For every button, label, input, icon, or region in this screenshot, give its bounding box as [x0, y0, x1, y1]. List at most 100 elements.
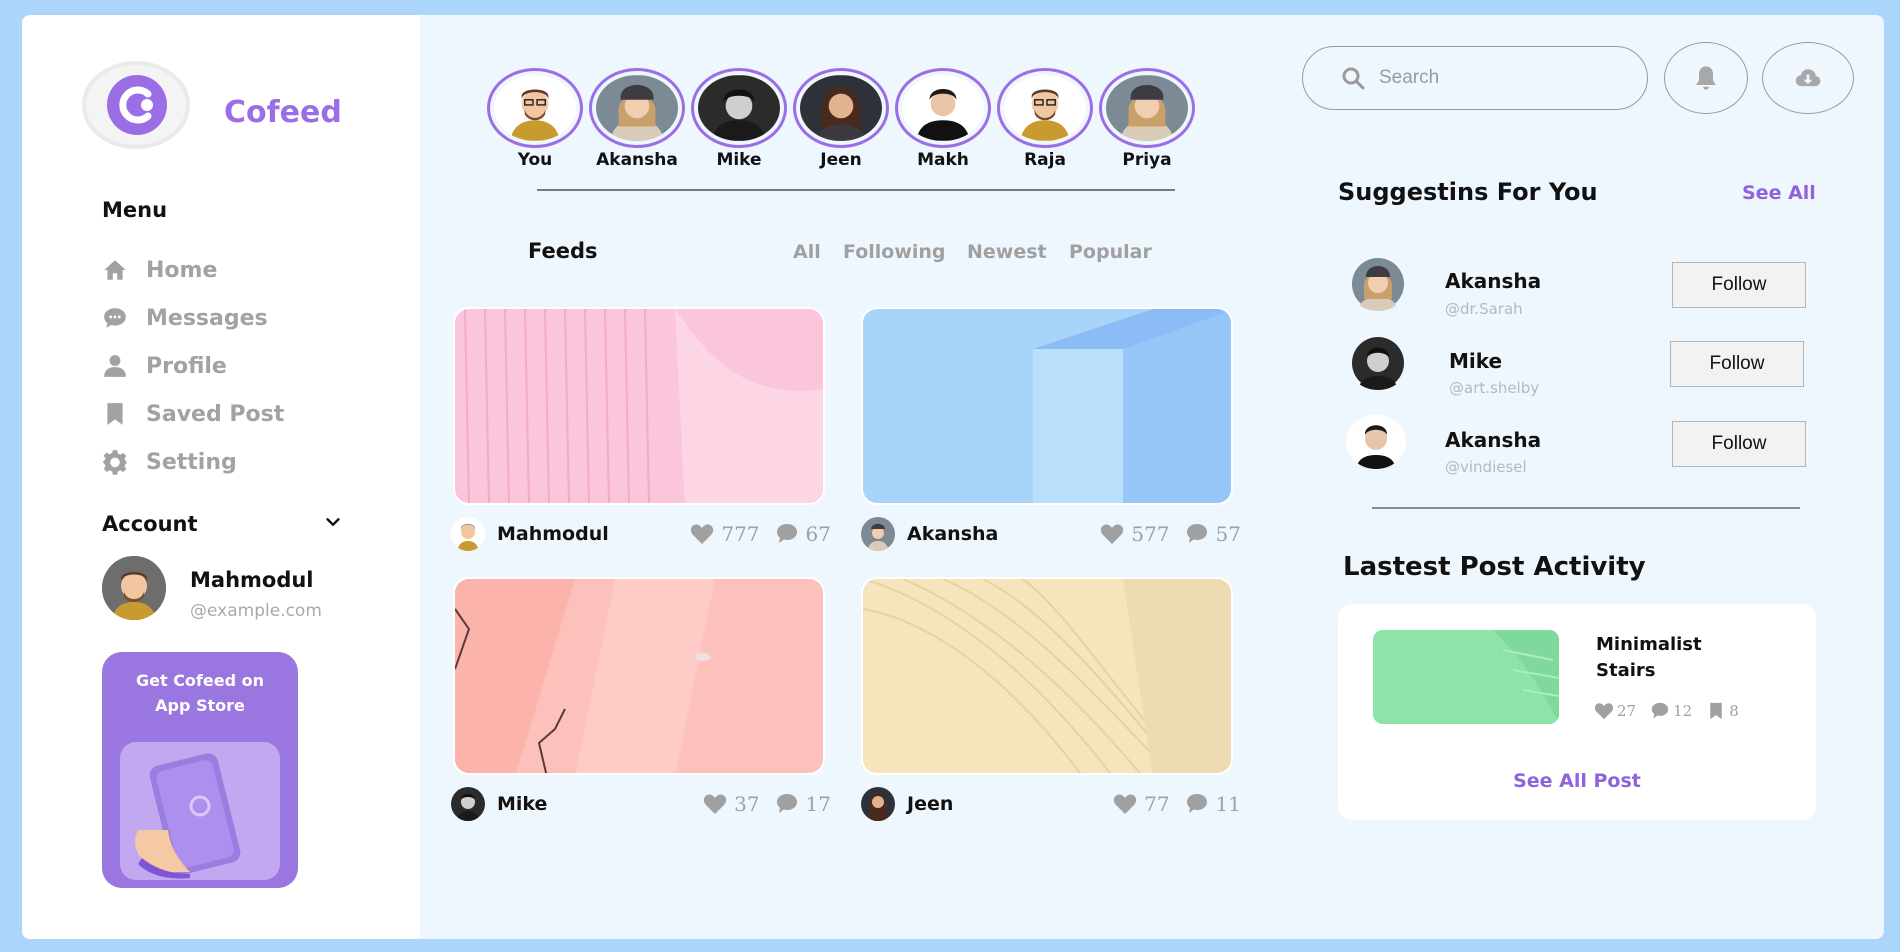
story-ring	[1099, 68, 1195, 148]
filter-all[interactable]: All	[793, 241, 821, 263]
suggestion-name[interactable]: Mike	[1449, 349, 1502, 373]
sidebar-item-setting[interactable]: Setting	[102, 449, 237, 475]
story-ring	[487, 68, 583, 148]
comment-count: 67	[805, 522, 831, 546]
story-ring	[895, 68, 991, 148]
story-mike[interactable]: Mike	[691, 68, 787, 170]
follow-button[interactable]: Follow	[1672, 421, 1806, 467]
sidebar: Cofeed Menu Home Messages Profile Saved …	[22, 15, 420, 939]
story-ring	[691, 68, 787, 148]
like-count: 27	[1617, 702, 1637, 720]
follow-button[interactable]: Follow	[1672, 262, 1806, 308]
avatar[interactable]	[1348, 257, 1408, 311]
app-window: Cofeed Menu Home Messages Profile Saved …	[22, 15, 1884, 939]
sidebar-item-messages[interactable]: Messages	[102, 305, 268, 331]
follow-button[interactable]: Follow	[1670, 341, 1804, 387]
post-author[interactable]: Jeen	[907, 793, 1098, 815]
suggestion-name[interactable]: Akansha	[1445, 269, 1541, 293]
sidebar-item-home[interactable]: Home	[102, 257, 217, 283]
activity-post-title[interactable]: Minimalist Stairs	[1596, 632, 1746, 684]
activity-comments[interactable]: 12	[1650, 702, 1692, 720]
comment-icon	[776, 524, 797, 543]
comment-icon	[1186, 524, 1207, 543]
post-author[interactable]: Mike	[497, 793, 688, 815]
menu-heading: Menu	[102, 198, 168, 222]
avatar[interactable]	[451, 517, 485, 551]
sidebar-item-label: Home	[146, 257, 218, 283]
comment-button[interactable]: 57	[1184, 522, 1241, 546]
sidebar-item-label: Messages	[146, 305, 268, 331]
story-name: Raja	[1024, 150, 1066, 170]
notifications-button[interactable]	[1664, 42, 1748, 114]
comment-icon	[776, 794, 797, 813]
feed-post-image[interactable]	[453, 307, 825, 505]
story-ring	[589, 68, 685, 148]
story-makh[interactable]: Makh	[895, 68, 991, 170]
comment-button[interactable]: 67	[774, 522, 831, 546]
post-author[interactable]: Mahmodul	[497, 523, 675, 545]
like-button[interactable]: 777	[689, 522, 760, 546]
like-count: 577	[1131, 522, 1170, 546]
download-button[interactable]	[1762, 42, 1854, 114]
suggestions-heading: Suggestins For You	[1338, 178, 1598, 206]
story-akansha[interactable]: Akansha	[589, 68, 685, 170]
brand-name[interactable]: Cofeed	[224, 95, 342, 130]
avatar[interactable]	[861, 517, 895, 551]
activity-heading: Lastest Post Activity	[1343, 552, 1646, 582]
like-button[interactable]: 77	[1112, 792, 1170, 816]
post-author[interactable]: Akansha	[907, 523, 1085, 545]
sidebar-item-saved-post[interactable]: Saved Post	[102, 401, 284, 427]
home-icon	[104, 260, 126, 280]
story-jeen[interactable]: Jeen	[793, 68, 889, 170]
app-store-promo[interactable]: Get Cofeed on App Store	[102, 652, 298, 888]
chevron-down-icon[interactable]	[322, 511, 344, 533]
heart-icon	[703, 794, 727, 814]
heart-icon	[691, 524, 714, 544]
profile-email: @example.com	[190, 601, 322, 621]
cloud-download-icon	[1795, 69, 1821, 87]
suggestion-name[interactable]: Akansha	[1445, 428, 1541, 452]
comment-count: 11	[1215, 792, 1241, 816]
filter-popular[interactable]: Popular	[1069, 241, 1152, 263]
see-all-post-link[interactable]: See All Post	[1338, 770, 1816, 792]
story-avatar	[902, 75, 984, 141]
comment-count: 57	[1215, 522, 1241, 546]
feed-post-image[interactable]	[453, 577, 825, 775]
search-input[interactable]	[1379, 67, 1619, 89]
comment-button[interactable]: 17	[774, 792, 831, 816]
like-button[interactable]: 577	[1099, 522, 1170, 546]
chat-icon	[104, 308, 126, 328]
stories-divider	[537, 189, 1175, 191]
suggestion-handle: @dr.Sarah	[1445, 300, 1523, 318]
feed-post-image[interactable]	[861, 307, 1233, 505]
avatar[interactable]	[861, 787, 895, 821]
feed-post-image[interactable]	[861, 577, 1233, 775]
see-all-suggestions-link[interactable]: See All	[1742, 182, 1816, 204]
save-count: 8	[1729, 702, 1739, 720]
feed-post-meta: Jeen 77 11	[861, 787, 1241, 821]
story-priya[interactable]: Priya	[1099, 68, 1195, 170]
avatar[interactable]	[1348, 336, 1408, 390]
filter-following[interactable]: Following	[843, 241, 946, 263]
sidebar-item-label: Setting	[146, 449, 237, 475]
search-icon[interactable]	[1341, 66, 1365, 90]
avatar[interactable]	[451, 787, 485, 821]
story-you[interactable]: You	[487, 68, 583, 170]
cofeed-logo-icon	[107, 75, 167, 135]
feed-post-meta: Akansha 577 57	[861, 517, 1241, 551]
search-bar	[1302, 46, 1648, 110]
like-button[interactable]: 37	[702, 792, 760, 816]
avatar[interactable]	[1346, 415, 1406, 469]
story-raja[interactable]: Raja	[997, 68, 1093, 170]
activity-likes[interactable]: 27	[1594, 702, 1636, 720]
comment-button[interactable]: 11	[1184, 792, 1241, 816]
story-name: Priya	[1122, 150, 1172, 170]
sidebar-item-profile[interactable]: Profile	[102, 353, 227, 379]
story-avatar	[800, 75, 882, 141]
like-count: 77	[1144, 792, 1170, 816]
avatar[interactable]	[102, 556, 166, 620]
activity-saves[interactable]: 8	[1706, 702, 1739, 720]
activity-post-image[interactable]	[1373, 630, 1559, 724]
story-avatar	[698, 75, 780, 141]
filter-newest[interactable]: Newest	[967, 241, 1047, 263]
